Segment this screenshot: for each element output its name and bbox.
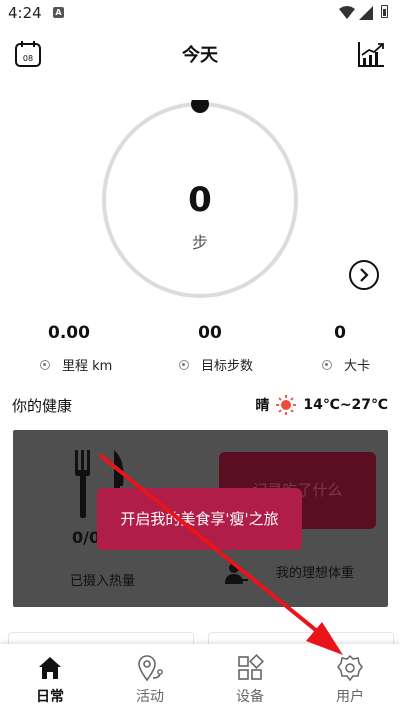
distance-value: 0.00 (48, 323, 90, 343)
nav-label: 日常 (36, 689, 64, 705)
gear-icon (337, 654, 363, 682)
nav-item-device[interactable]: 设备 (200, 644, 300, 710)
step-unit-label: 步 (191, 233, 208, 252)
chevron-right-icon (360, 268, 369, 282)
radio-indicator (40, 359, 50, 370)
goal-steps-label-text: 目标步数 (201, 359, 254, 374)
bottom-navigation: 日常 活动 设备 用户 (0, 644, 400, 710)
signal-icon (359, 6, 373, 20)
nav-label: 用户 (336, 689, 364, 705)
distance-label: 里程 km (40, 355, 112, 374)
person-icon (225, 563, 248, 584)
next-arrow-button[interactable] (349, 260, 379, 290)
battery-icon (381, 5, 388, 18)
grid-icon (238, 654, 264, 680)
nav-item-user[interactable]: 用户 (300, 644, 400, 710)
step-count: 0 (188, 180, 212, 220)
calories-taken-label: 已摄入热量 (70, 574, 136, 589)
radio-indicator (179, 359, 189, 370)
app-notification-icon: A (53, 7, 64, 18)
sun-icon (276, 395, 297, 415)
home-icon (39, 657, 61, 679)
status-bar: 4:24 A (0, 0, 400, 28)
nav-label: 设备 (236, 689, 264, 705)
ideal-weight-label[interactable]: 我的理想体重 (276, 562, 354, 581)
chart-icon[interactable] (357, 40, 385, 68)
calories-value: 0 (334, 323, 346, 343)
location-pin-icon (138, 655, 163, 682)
wifi-icon (339, 6, 355, 19)
goal-steps-value: 00 (198, 323, 222, 343)
nav-item-daily[interactable]: 日常 (0, 644, 100, 710)
calories-label-text: 大卡 (344, 359, 371, 374)
calories-label: 大卡 (322, 355, 370, 374)
goal-steps-label: 目标步数 (179, 355, 253, 374)
promo-toast: 开启我的美食享'瘦'之旅 (97, 488, 302, 550)
progress-knob (191, 100, 209, 113)
nav-item-activity[interactable]: 活动 (100, 644, 200, 710)
calories-fraction: 0/0 (72, 528, 101, 547)
page-title: 今天 (182, 45, 218, 66)
distance-label-text: 里程 km (62, 359, 113, 374)
status-time: 4:24 (8, 4, 42, 22)
nav-label: 活动 (136, 689, 164, 705)
temperature-range: 14℃~27℃ (303, 397, 388, 413)
weather-info: 晴 14℃~27℃ (255, 394, 388, 416)
weather-condition: 晴 (255, 398, 270, 414)
health-section-title: 你的健康 (12, 397, 73, 415)
radio-indicator (322, 359, 332, 370)
